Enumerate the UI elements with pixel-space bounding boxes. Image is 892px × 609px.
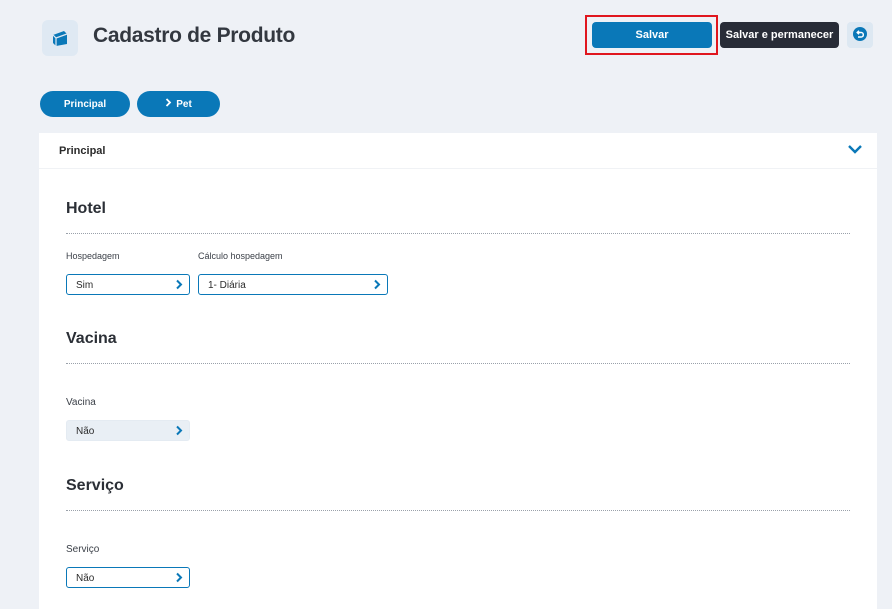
vacina-label: Vacina [66,397,96,408]
section-title-servico: Serviço [66,477,124,494]
section-title-vacina: Vacina [66,330,117,347]
divider [66,363,850,364]
hospedagem-label: Hospedagem [66,251,120,261]
page-title: Cadastro de Produto [93,24,295,47]
chevron-right-icon [175,572,183,583]
chevron-right-icon [175,425,183,436]
undo-icon [852,26,868,45]
servico-select[interactable]: Não [66,567,190,588]
save-button[interactable]: Salvar [592,22,712,48]
tab-principal[interactable]: Principal [40,91,130,117]
hospedagem-value: Sim [76,280,94,291]
divider [66,510,850,511]
hospedagem-select[interactable]: Sim [66,274,190,295]
vacina-value: Não [76,426,95,437]
tab-pet[interactable]: Pet [137,91,220,117]
panel-title: Principal [59,145,106,157]
calculo-hospedagem-value: 1- Diária [208,280,246,291]
panel-body [39,169,877,609]
divider [66,233,850,234]
vacina-select[interactable]: Não [66,420,190,441]
section-title-hotel: Hotel [66,200,106,217]
product-box-icon [42,20,78,56]
panel-header[interactable]: Principal [39,133,877,169]
undo-button[interactable] [847,22,873,48]
chevron-right-icon [373,279,381,290]
chevron-right-icon [175,279,183,290]
calculo-hospedagem-select[interactable]: 1- Diária [198,274,388,295]
tab-principal-label: Principal [63,98,107,110]
calculo-hospedagem-label: Cálculo hospedagem [198,251,283,261]
servico-value: Não [76,573,95,584]
save-and-stay-button[interactable]: Salvar e permanecer [720,22,839,48]
chevron-right-icon [165,98,172,110]
servico-label: Serviço [66,544,100,555]
tab-pet-label: Pet [176,98,192,110]
chevron-down-icon[interactable] [847,142,863,156]
